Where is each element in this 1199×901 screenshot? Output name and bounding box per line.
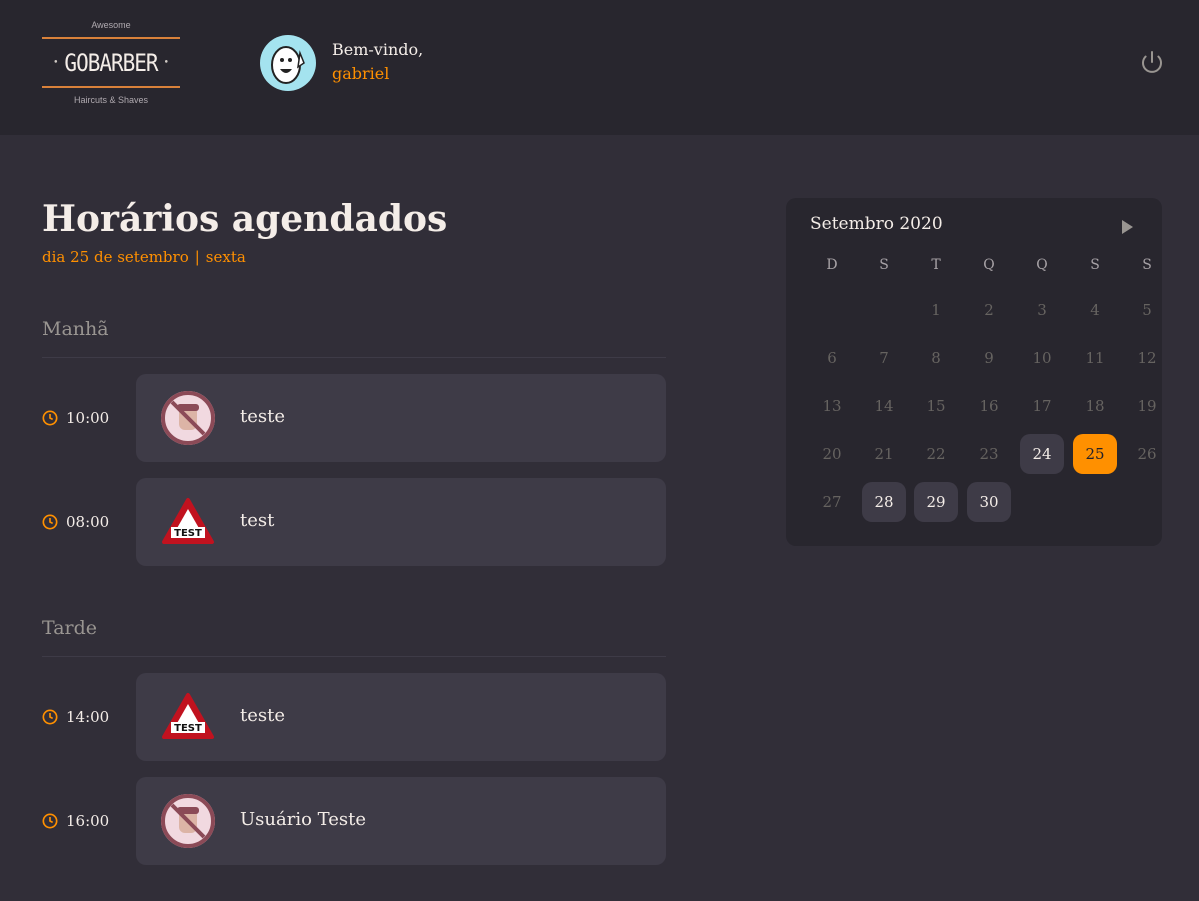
no-avatar-icon (161, 794, 215, 848)
client-name: test (240, 510, 275, 531)
date-separator: | (194, 248, 200, 266)
user-name-link[interactable]: gabriel (332, 64, 389, 83)
clock-icon (42, 813, 58, 829)
logo-tagline-bottom: Haircuts & Shaves (73, 95, 149, 105)
logo-dot-icon: • (53, 58, 59, 68)
calendar-widget: Setembro 2020 D S T Q Q S S 1 2 3 4 5 6 7 8 9 10 11 12 13 14… (786, 198, 1162, 546)
calendar-day-6: 6 (827, 349, 837, 367)
next-month-icon[interactable] (1120, 218, 1136, 236)
client-name: Usuário Teste (240, 809, 367, 830)
calendar-day-19: 19 (1137, 397, 1157, 415)
logo-divider-top (42, 37, 180, 39)
calendar-day-13: 13 (822, 397, 842, 415)
clock-icon (42, 514, 58, 530)
logo-divider-bottom (42, 86, 180, 88)
page-title: Horários agendados (42, 198, 448, 240)
appointment-time: 10:00 (42, 408, 109, 428)
calendar-day-8: 8 (931, 349, 941, 367)
calendar-day-24[interactable]: 24 (1020, 434, 1064, 474)
calendar-day-28[interactable]: 28 (862, 482, 906, 522)
appointment-card[interactable]: TEST test (136, 478, 666, 566)
logo-dot-icon: • (163, 58, 169, 68)
client-name: teste (240, 406, 286, 427)
client-name: teste (240, 705, 286, 726)
logo-tagline-top: Awesome (91, 20, 131, 30)
section-title-afternoon: Tarde (42, 617, 98, 639)
appointment-time: 08:00 (42, 512, 109, 532)
test-sign-icon: TEST (162, 693, 214, 739)
calendar-day-17: 17 (1032, 397, 1052, 415)
calendar-day-21: 21 (874, 445, 894, 463)
calendar-day-27: 27 (822, 493, 842, 511)
calendar-day-2: 2 (984, 301, 994, 319)
no-avatar-icon (161, 391, 215, 445)
svg-text:TEST: TEST (174, 723, 202, 734)
selected-date-info: dia 25 de setembro | sexta (42, 248, 246, 266)
appointment-card[interactable]: teste (136, 374, 666, 462)
app-header: Awesome • GOBARBER • Haircuts & Shaves B… (0, 0, 1199, 135)
calendar-day-1: 1 (931, 301, 941, 319)
gobarber-logo: Awesome • GOBARBER • Haircuts & Shaves (42, 18, 180, 108)
calendar-weekday-header: S (1142, 257, 1152, 273)
calendar-day-25[interactable]: 25 (1073, 434, 1117, 474)
calendar-day-26: 26 (1137, 445, 1157, 463)
calendar-day-29[interactable]: 29 (914, 482, 958, 522)
section-divider (42, 656, 666, 657)
calendar-day-12: 12 (1137, 349, 1157, 367)
calendar-day-18: 18 (1085, 397, 1105, 415)
welcome-label: Bem-vindo, (332, 40, 424, 59)
calendar-day-7: 7 (879, 349, 889, 367)
appointment-time: 14:00 (42, 707, 109, 727)
calendar-day-5: 5 (1142, 301, 1152, 319)
power-icon[interactable] (1140, 50, 1164, 74)
calendar-day-23: 23 (979, 445, 999, 463)
calendar-day-9: 9 (984, 349, 994, 367)
calendar-day-4: 4 (1090, 301, 1100, 319)
clock-icon (42, 709, 58, 725)
appointment-time: 16:00 (42, 811, 109, 831)
calendar-day-11: 11 (1085, 349, 1105, 367)
calendar-weekday-header: Q (1036, 257, 1048, 273)
calendar-day-14: 14 (874, 397, 894, 415)
calendar-day-3: 3 (1037, 301, 1047, 319)
calendar-day-22: 22 (926, 445, 946, 463)
calendar-weekday-header: Q (983, 257, 995, 273)
test-sign-icon: TEST (162, 498, 214, 544)
calendar-weekday-header: S (879, 257, 889, 273)
appointment-card[interactable]: Usuário Teste (136, 777, 666, 865)
calendar-day-16: 16 (979, 397, 999, 415)
svg-text:TEST: TEST (174, 528, 202, 539)
appointment-card[interactable]: TEST teste (136, 673, 666, 761)
section-divider (42, 357, 666, 358)
calendar-weekday-header: S (1090, 257, 1100, 273)
calendar-weekday-header: D (826, 257, 838, 273)
weekday-label: sexta (205, 248, 246, 266)
calendar-month-label: Setembro 2020 (810, 214, 943, 234)
clock-icon (42, 410, 58, 426)
calendar-day-30[interactable]: 30 (967, 482, 1011, 522)
calendar-day-20: 20 (822, 445, 842, 463)
calendar-weekday-header: T (931, 257, 941, 273)
calendar-day-10: 10 (1032, 349, 1052, 367)
section-title-morning: Manhã (42, 318, 109, 340)
date-label: dia 25 de setembro (42, 248, 189, 266)
user-avatar[interactable] (260, 35, 316, 91)
calendar-day-15: 15 (926, 397, 946, 415)
logo-brand-name: GOBARBER (64, 49, 158, 77)
